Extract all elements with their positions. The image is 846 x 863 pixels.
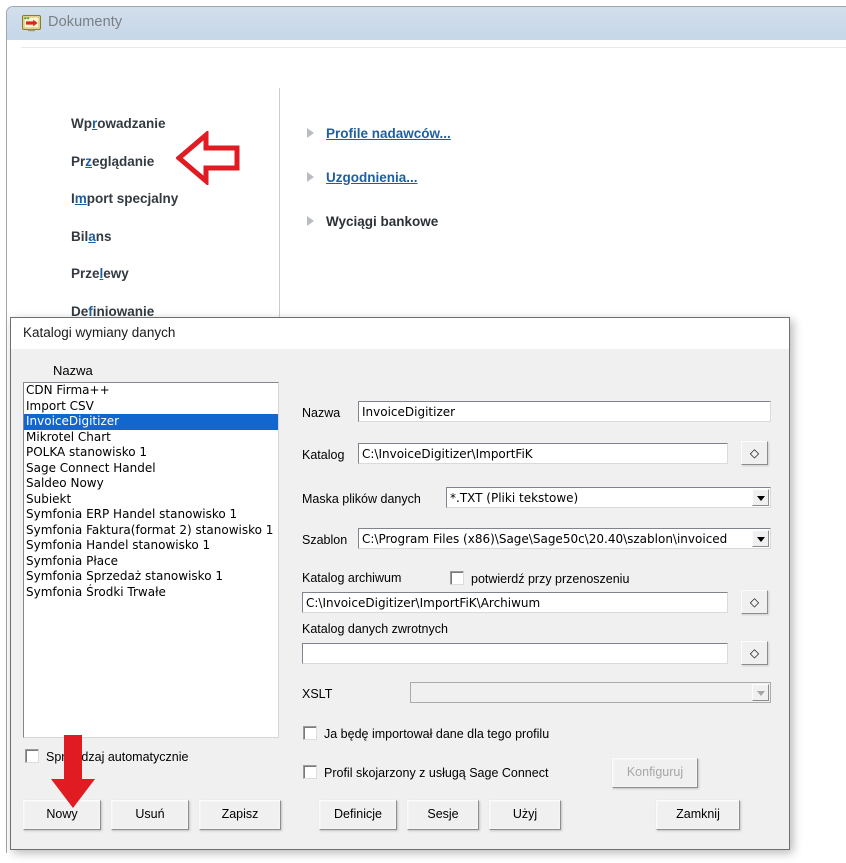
mnemonic-letter: r (92, 116, 97, 131)
zwrotne-input[interactable] (302, 643, 728, 664)
list-item[interactable]: Symfonia Faktura(format 2) stanowisko 1 (24, 523, 278, 539)
katalog-browse-button[interactable]: ◇ (741, 441, 768, 465)
list-column-header: Nazwa (53, 363, 93, 378)
maska-combobox-value: *.TXT (Pliki tekstowe) (450, 491, 578, 505)
mnemonic-letter: l (100, 266, 104, 281)
import-check-row[interactable]: Ja będę importował dane dla tego profilu (303, 726, 549, 741)
list-item[interactable]: Subiekt (24, 492, 278, 508)
delete-button[interactable]: Usuń (111, 800, 189, 830)
dialog-title: Katalogi wymiany danych (23, 325, 175, 340)
list-item[interactable]: Sage Connect Handel (24, 461, 278, 477)
maska-label: Maska plików danych (302, 492, 421, 506)
red-left-arrow-annotation (176, 131, 240, 185)
app-title: Dokumenty (48, 14, 122, 30)
chevron-down-icon[interactable] (752, 684, 769, 701)
app-titlebar: Dokumenty (7, 7, 846, 41)
archiwum-confirm-row[interactable]: potwierdź przy przenoszeniu (450, 571, 629, 586)
sidebar-item-przelewy[interactable]: Przelewy (71, 266, 271, 282)
list-item[interactable]: CDN Firma++ (24, 383, 278, 399)
szablon-combobox-value: C:\Program Files (x86)\Sage\Sage50c\20.4… (362, 532, 727, 546)
sage-check-label: Profil skojarzony z usługą Sage Connect (324, 766, 548, 780)
maska-combobox[interactable]: *.TXT (Pliki tekstowe) (446, 487, 771, 508)
link-list: Profile nadawców... Uzgodnienia... Wyciągi… (307, 124, 637, 256)
archiwum-input[interactable]: C:\InvoiceDigitizer\ImportFiK\Archiwum (302, 592, 728, 613)
configure-button[interactable]: Konfiguruj (612, 758, 698, 788)
dialog-client-area: Nazwa CDN Firma++Import CSVInvoiceDigiti… (11, 349, 789, 849)
archiwum-confirm-checkbox[interactable] (450, 571, 464, 585)
sage-check-row[interactable]: Profil skojarzony z usługą Sage Connect (303, 765, 548, 780)
mnemonic-letter: P (326, 126, 335, 141)
mnemonic-letter: m (75, 191, 87, 206)
xslt-combobox[interactable] (410, 682, 771, 703)
profiles-listbox[interactable]: CDN Firma++Import CSVInvoiceDigitizerMik… (23, 382, 279, 738)
link-row-2[interactable]: Uzgodnienia... (307, 168, 637, 186)
import-check-label: Ja będę importował dane dla tego profilu (324, 727, 549, 741)
mnemonic-letter: U (326, 170, 336, 185)
zwrotne-browse-button[interactable]: ◇ (741, 641, 768, 665)
link-label: Uzgodnienia... (326, 170, 418, 185)
auto-check-checkbox[interactable] (25, 749, 39, 763)
list-item[interactable]: Symfonia Płace (24, 554, 278, 570)
chevron-right-icon (307, 172, 314, 182)
chevron-down-icon[interactable] (752, 489, 769, 506)
link-row-3[interactable]: Wyciągi bankowe (307, 212, 637, 230)
list-item[interactable]: Import CSV (24, 399, 278, 415)
zwrotne-label: Katalog danych zwrotnych (302, 622, 448, 636)
save-button[interactable]: Zapisz (199, 800, 281, 830)
list-item[interactable]: Symfonia Sprzedaż stanowisko 1 (24, 569, 278, 585)
link-label: Profile nadawców... (326, 126, 451, 141)
archiwum-browse-button[interactable]: ◇ (741, 590, 768, 614)
sage-check-checkbox[interactable] (303, 765, 317, 779)
chevron-down-icon[interactable] (752, 530, 769, 547)
sidebar-item-bilans[interactable]: Bilans (71, 229, 271, 245)
list-item[interactable]: Symfonia ERP Handel stanowisko 1 (24, 507, 278, 523)
szablon-label: Szablon (302, 533, 347, 547)
katalog-label: Katalog (302, 448, 344, 462)
profile-form: Nazwa InvoiceDigitizer Katalog C:\Invoic… (291, 349, 789, 849)
list-item[interactable]: Mikrotel Chart (24, 430, 278, 446)
mnemonic-letter: a (88, 229, 96, 244)
red-down-arrow-annotation (47, 735, 99, 811)
archiwum-label: Katalog archiwum (302, 571, 401, 585)
xslt-label: XSLT (302, 687, 332, 701)
import-check-checkbox[interactable] (303, 726, 317, 740)
screenshot-root: Dokumenty Wprowadzanie Przeglądanie Import… (0, 0, 846, 863)
list-item[interactable]: Symfonia Środki Trwałe (24, 585, 278, 601)
katalog-input[interactable]: C:\InvoiceDigitizer\ImportFiK (358, 443, 728, 464)
list-item[interactable]: Saldeo Nowy (24, 476, 278, 492)
list-item[interactable]: Symfonia Handel stanowisko 1 (24, 538, 278, 554)
window-arrow-icon (22, 15, 41, 32)
sidebar-item-przegladanie[interactable]: Przeglądanie (71, 154, 271, 170)
chevron-right-icon (307, 128, 314, 138)
link-row-1[interactable]: Profile nadawców... (307, 124, 637, 142)
mnemonic-letter: z (85, 154, 92, 169)
katalogi-wymiany-danych-dialog: Katalogi wymiany danych Nazwa CDN Firma+… (10, 317, 790, 850)
sidebar-item-wprowadzanie[interactable]: Wprowadzanie (71, 116, 271, 132)
link-label: Wyciągi bankowe (326, 214, 438, 229)
dialog-titlebar: Katalogi wymiany danych (11, 318, 789, 350)
chevron-right-icon (307, 216, 314, 226)
sidebar-item-import-specjalny[interactable]: Import specjalny (71, 191, 271, 207)
list-item[interactable]: InvoiceDigitizer (24, 414, 278, 430)
list-item[interactable]: POLKA stanowisko 1 (24, 445, 278, 461)
szablon-combobox[interactable]: C:\Program Files (x86)\Sage\Sage50c\20.4… (358, 528, 771, 549)
nazwa-input[interactable]: InvoiceDigitizer (358, 401, 771, 422)
nazwa-label: Nazwa (302, 406, 340, 420)
archiwum-confirm-label: potwierdź przy przenoszeniu (471, 572, 629, 586)
